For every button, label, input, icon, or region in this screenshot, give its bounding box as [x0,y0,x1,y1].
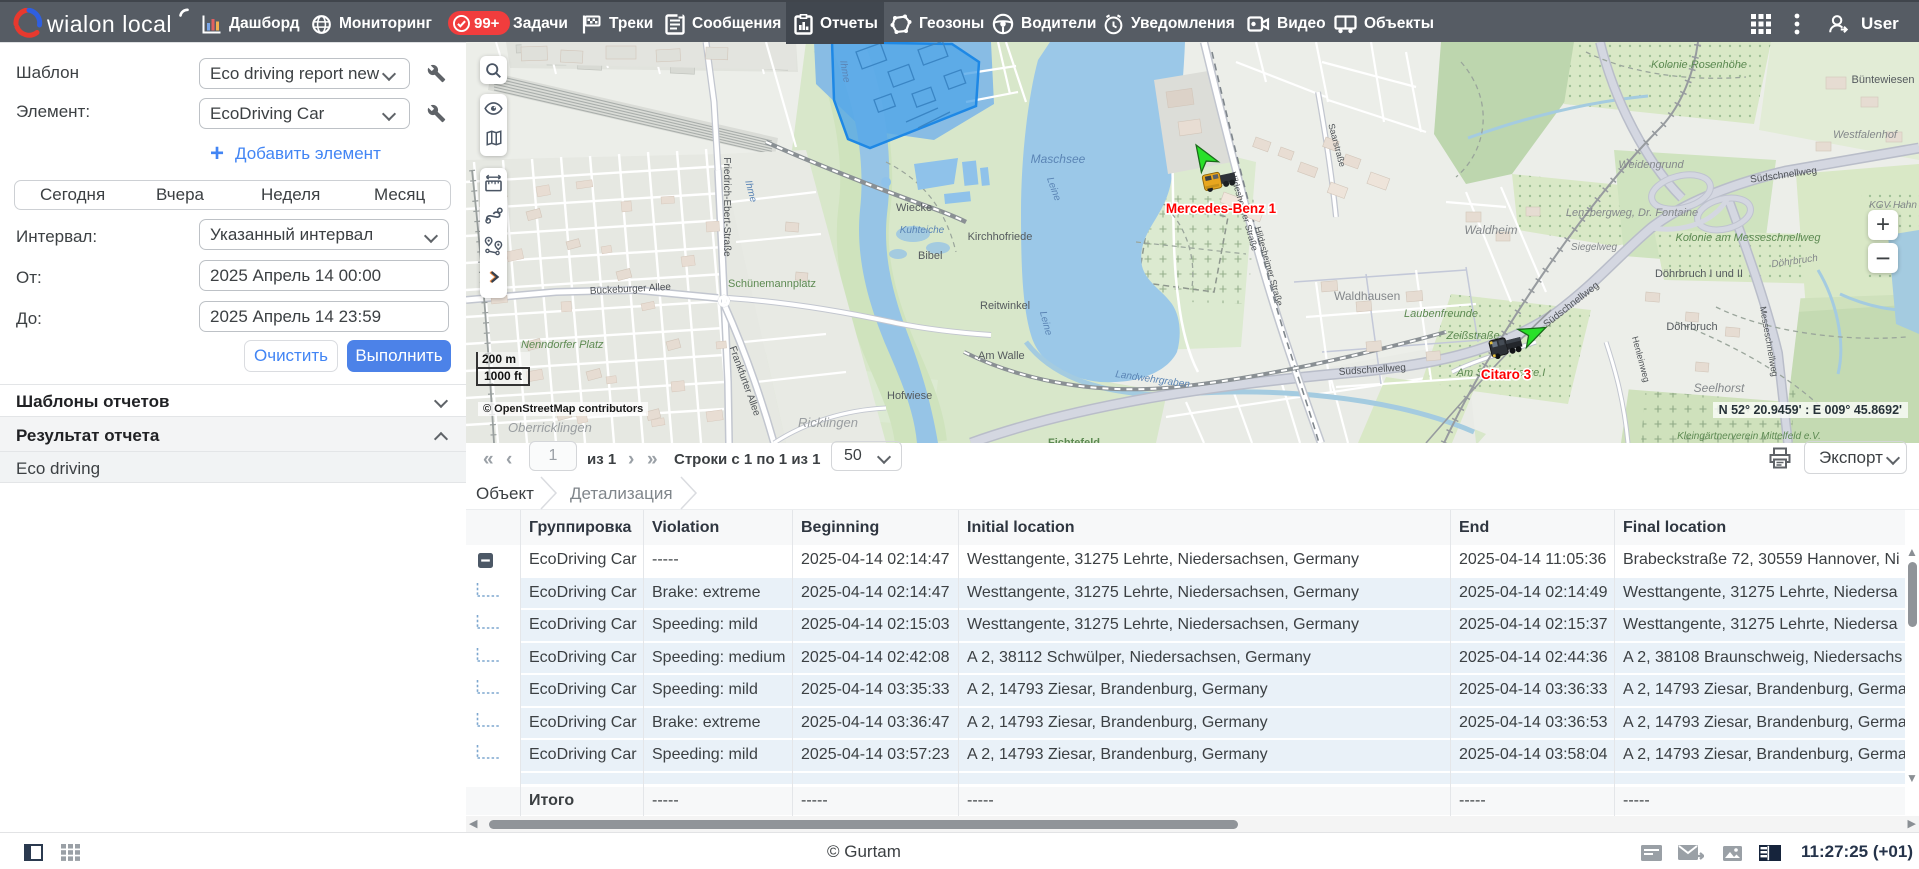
svg-text:Nenndorfer Platz: Nenndorfer Platz [521,339,604,351]
svg-text:Siegelweg: Siegelweg [1571,242,1618,253]
svg-text:Waldheim: Waldheim [1464,223,1517,237]
svg-text:Schünemannplatz: Schünemannplatz [728,278,816,290]
svg-text:Büntewiesen: Büntewiesen [1852,74,1915,86]
svg-text:Kirchhofriede: Kirchhofriede [968,231,1033,243]
svg-text:Bibel: Bibel [918,250,942,262]
svg-text:Kolonie am Messeschnellweg: Kolonie am Messeschnellweg [1676,232,1822,244]
svg-text:Friedrich-Ebert-Straße: Friedrich-Ebert-Straße [721,157,732,257]
svg-text:Mercedes-Benz 1: Mercedes-Benz 1 [1166,201,1277,216]
svg-text:Lenzbergweg, Dr. Fontaine: Lenzbergweg, Dr. Fontaine [1566,207,1698,219]
svg-text:Döhrbruch I und II: Döhrbruch I und II [1655,268,1743,280]
svg-text:Reitwinkel: Reitwinkel [980,300,1030,312]
svg-text:Ricklingen: Ricklingen [798,415,858,430]
svg-text:Am Walle: Am Walle [978,350,1025,362]
svg-text:Seelhorst: Seelhorst [1694,381,1745,395]
svg-text:Weidengrund: Weidengrund [1618,159,1684,171]
svg-text:Maschsee: Maschsee [1031,152,1086,166]
svg-text:Wiecke: Wiecke [896,202,932,214]
svg-text:Waldhausen: Waldhausen [1334,289,1400,303]
svg-text:Laubenfreunde: Laubenfreunde [1404,308,1478,320]
svg-text:Döhrbruch: Döhrbruch [1666,321,1717,333]
svg-text:Kolonie Rosenhöhe: Kolonie Rosenhöhe [1651,59,1747,71]
svg-text:Westfalenhof: Westfalenhof [1833,129,1898,141]
svg-text:Hofwiese: Hofwiese [887,390,932,402]
svg-text:Kleingärtnerverein Mittelfeld: Kleingärtnerverein Mittelfeld e.V. [1677,431,1821,442]
svg-text:Citaro 3: Citaro 3 [1481,367,1532,382]
svg-text:Kuhteiche: Kuhteiche [900,225,945,236]
svg-text:Oberricklingen: Oberricklingen [508,420,592,435]
